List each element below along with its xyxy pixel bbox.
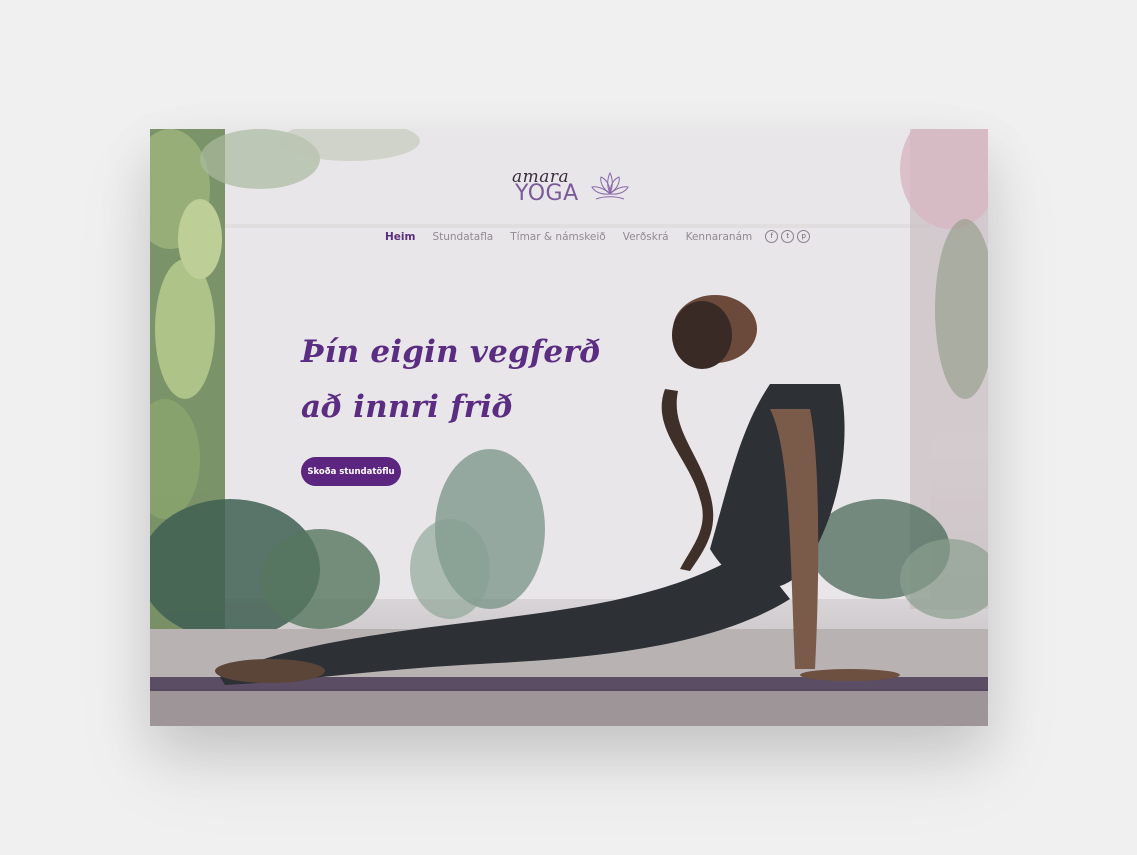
- nav-item-kennaranam[interactable]: Kennaranám: [686, 231, 753, 243]
- nav-item-stundatafla[interactable]: Stundatafla: [432, 231, 493, 243]
- pinterest-icon[interactable]: p: [797, 230, 811, 243]
- website-hero-frame: amara YOGA Heim Stundatafla Tímar & náms…: [150, 129, 988, 726]
- logo-wordmark: YOGA: [515, 181, 579, 206]
- hero-headline-line-1: Þín eigin vegferð: [301, 334, 601, 370]
- lotus-icon: [591, 171, 629, 200]
- logo[interactable]: amara YOGA: [510, 167, 630, 207]
- nav-item-verdskra[interactable]: Verðskrá: [623, 231, 669, 243]
- facebook-icon[interactable]: f: [765, 230, 779, 243]
- hero-headline: Þín eigin vegferð að innri frið: [301, 325, 601, 435]
- view-schedule-button[interactable]: Skoða stundatöflu: [301, 457, 401, 486]
- twitter-icon[interactable]: t: [781, 230, 795, 243]
- hero-headline-line-2: að innri frið: [301, 389, 514, 425]
- nav-item-heim[interactable]: Heim: [385, 231, 415, 243]
- main-navigation: Heim Stundatafla Tímar & námskeið Verðsk…: [385, 230, 811, 243]
- social-links: f t p: [765, 230, 811, 243]
- nav-item-timar-namskeid[interactable]: Tímar & námskeið: [510, 231, 605, 243]
